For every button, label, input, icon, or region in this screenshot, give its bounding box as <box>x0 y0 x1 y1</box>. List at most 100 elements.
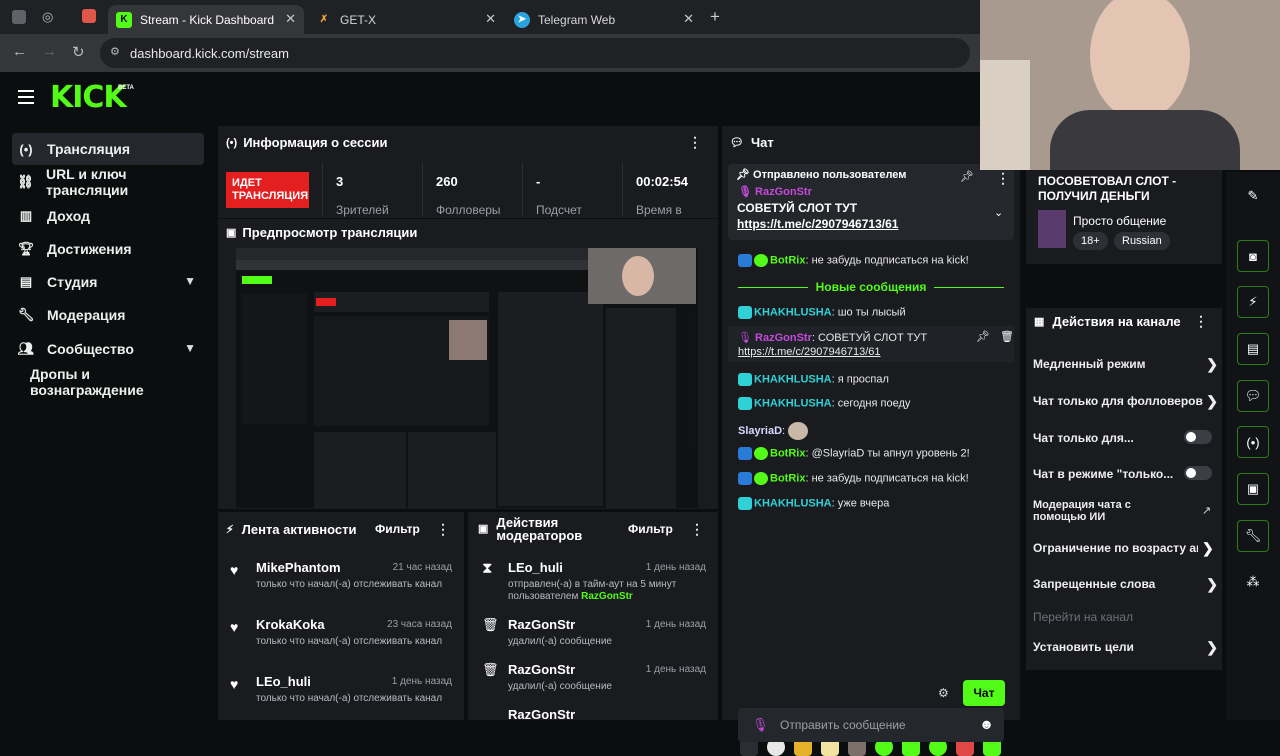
sidebar-item-community[interactable]: 👥︎ Сообщество ▼ <box>12 333 204 365</box>
sidebar-item-moderation[interactable]: 🔧︎ Модерация <box>12 299 204 331</box>
pinned-tab-2-icon[interactable] <box>82 9 96 23</box>
stream-category[interactable]: Просто общение <box>1073 214 1166 228</box>
pin-icon[interactable]: 📌︎ <box>976 330 990 343</box>
tab-telegram[interactable]: ➤ Telegram Web ✕ <box>506 5 702 34</box>
activity-filter-button[interactable]: Фильтр <box>375 522 420 536</box>
mod-filter-button[interactable]: Фильтр <box>628 522 673 536</box>
chat-input[interactable]: 🎙︎ Отправить сообщение ☻ <box>738 708 1004 742</box>
sidebar-item-studio[interactable]: ▤ Студия ▼ <box>12 266 204 298</box>
category-thumbnail[interactable] <box>1038 210 1066 248</box>
list-item[interactable]: 🗑︎ RazGonStr удалил(-а) сообщение 1 день … <box>482 662 718 693</box>
tag-chip[interactable]: Russian <box>1114 232 1170 250</box>
chat-settings-icon[interactable]: ⚙ <box>938 686 949 700</box>
site-info-icon[interactable]: ⚙ <box>110 45 120 58</box>
action-banned-words[interactable]: Запрещенные слова ❯ <box>1033 576 1218 592</box>
stream-preview-video[interactable] <box>236 248 698 508</box>
more-options-icon[interactable]: ⋮ <box>690 521 704 538</box>
kick-logo[interactable]: KICK <box>50 80 127 115</box>
tab-get-x[interactable]: ✗ GET-X ✕ <box>308 5 504 34</box>
action-set-goals[interactable]: Установить цели ❯ <box>1033 639 1218 655</box>
tab-kick-dashboard[interactable]: K Stream - Kick Dashboard ✕ <box>108 5 304 34</box>
edit-icon[interactable]: ✎ <box>1237 180 1269 212</box>
new-messages-divider[interactable]: Новые сообщения <box>722 280 1020 294</box>
wrench-icon[interactable]: 🔧︎ <box>1237 520 1269 552</box>
sidebar-item-achievements[interactable]: 🏆︎ Достижения <box>12 233 204 265</box>
reload-icon[interactable]: ↻ <box>72 43 85 61</box>
unpin-icon[interactable]: 📌︎ <box>960 170 974 183</box>
sidebar-item-drops[interactable]: Дропы и вознаграждение <box>12 366 204 398</box>
list-item[interactable]: ⧗ LEo_huli отправлен(-а) в тайм-аут на 5 … <box>482 560 718 603</box>
broadcast-icon[interactable]: (•) <box>1237 426 1269 458</box>
camera-icon[interactable]: ◙ <box>1237 240 1269 272</box>
mod-by-user[interactable]: RazGonStr <box>581 591 633 602</box>
close-tab-icon[interactable]: ✕ <box>485 11 496 27</box>
close-tab-icon[interactable]: ✕ <box>285 11 296 27</box>
chat-username[interactable]: BotRix <box>770 254 805 266</box>
action-ai-moderation[interactable]: Модерация чата с помощью ИИ <box>1033 499 1183 523</box>
pinned-user[interactable]: 🎙︎ RazGonStr <box>738 185 812 198</box>
trash-icon[interactable]: 🗑︎ <box>1000 330 1014 343</box>
sidebar-item-income[interactable]: ▥ Доход <box>12 200 204 232</box>
chat-message[interactable]: BotRix: не забудь подписаться на kick! <box>738 472 969 485</box>
chat-username[interactable]: BotRix <box>770 472 805 484</box>
list-item[interactable]: ♥ KrokaKoka только что начал(-а) отслежив… <box>230 617 464 648</box>
action-age-restriction[interactable]: Ограничение по возрасту ан <box>1033 541 1198 555</box>
chevron-right-icon[interactable]: ❯ <box>1202 540 1214 557</box>
close-tab-icon[interactable]: ✕ <box>683 11 694 27</box>
action-slow-mode[interactable]: Медленный режим ❯ <box>1033 356 1218 372</box>
more-options-icon[interactable]: ⋮ <box>996 170 1010 187</box>
chat-message-hovered[interactable]: 🎙︎ RazGonStr: СОВЕТУЙ СЛОТ ТУТ https://t… <box>728 326 1014 362</box>
list-item[interactable]: ♥ MikePhantom только что начал(-а) отслеж… <box>230 560 464 591</box>
send-chat-button[interactable]: Чат <box>963 680 1005 706</box>
chat-message[interactable]: KHAKHLUSHA: уже вчера <box>738 497 889 510</box>
chat-username[interactable]: KHAKHLUSHA <box>754 497 832 509</box>
chat-message[interactable]: KHAKHLUSHA: я проспал <box>738 373 889 386</box>
menu-icon[interactable] <box>18 90 34 104</box>
sidebar-item-label: Доход <box>47 208 91 224</box>
mod-action-time: 1 день назад <box>645 619 706 630</box>
action-followers-only[interactable]: Чат только для фолловеров ❯ <box>1033 393 1218 409</box>
pinned-message[interactable]: 📌︎ Отправлено пользователем 🎙︎ RazGonStr… <box>728 164 1014 240</box>
toggle-switch[interactable] <box>1184 466 1212 480</box>
chat-username[interactable]: BotRix <box>770 447 805 459</box>
tag-chip[interactable]: 18+ <box>1073 232 1108 250</box>
layout-icon[interactable]: ▣ <box>1237 473 1269 505</box>
list-item[interactable]: 🗑︎ RazGonStr удалил(-а) сообщение 1 день … <box>482 617 718 648</box>
list-item[interactable]: ♥ LEo_huli только что начал(-а) отслежива… <box>230 674 464 705</box>
chat-message[interactable]: KHAKHLUSHA: сегодня поеду <box>738 397 910 410</box>
more-options-icon[interactable]: ⋮ <box>1194 313 1208 330</box>
action-emote-only[interactable]: Чат в режиме "только... <box>1033 466 1218 481</box>
back-icon[interactable]: ← <box>12 43 27 60</box>
chat-username[interactable]: KHAKHLUSHA <box>754 306 832 318</box>
sidebar-item-broadcast[interactable]: (•) Трансляция <box>12 133 204 165</box>
chat-message[interactable]: BotRix: @SlayriaD ты апнул уровень 2! <box>738 447 970 460</box>
more-options-icon[interactable]: ⋮ <box>688 134 702 151</box>
notes-icon[interactable]: ▤ <box>1237 333 1269 365</box>
tab-search-icon[interactable] <box>12 10 26 24</box>
chat-message[interactable]: SlayriaD: <box>738 422 810 440</box>
chat-link[interactable]: https://t.me/c/2907946713/61 <box>738 346 881 358</box>
action-subscribers-only[interactable]: Чат только для... <box>1033 430 1218 445</box>
add-widget-icon[interactable]: ⁂ <box>1237 566 1269 598</box>
chat-bubble-icon[interactable]: 💬︎ <box>1237 380 1269 412</box>
sidebar-item-url-key[interactable]: ⛓ URL и ключ трансляции <box>12 166 204 198</box>
bolt-icon[interactable]: ⚡︎ <box>1237 286 1269 318</box>
external-link-icon[interactable]: ↗ <box>1202 504 1211 517</box>
list-item[interactable]: RazGonStr <box>482 707 718 720</box>
toggle-switch[interactable] <box>1184 430 1212 444</box>
chat-username[interactable]: KHAKHLUSHA <box>754 373 832 385</box>
emoji-picker-icon[interactable]: ☻ <box>979 716 994 732</box>
chevron-down-icon[interactable]: ⌄ <box>994 206 1003 219</box>
forward-icon[interactable]: → <box>42 43 57 60</box>
chat-username[interactable]: SlayriaD <box>738 425 782 437</box>
action-go-to-channel[interactable]: Перейти на канал <box>1033 610 1218 624</box>
chat-message[interactable]: BotRix: не забудь подписаться на kick! <box>738 254 969 267</box>
pinned-tab-icon[interactable]: ◎ <box>42 9 53 25</box>
chat-username[interactable]: KHAKHLUSHA <box>754 397 832 409</box>
more-options-icon[interactable]: ⋮ <box>436 521 450 538</box>
new-tab-button[interactable]: + <box>710 7 720 27</box>
pinned-link[interactable]: https://t.me/c/2907946713/61 <box>737 217 898 231</box>
url-field[interactable]: ⚙ dashboard.kick.com/stream <box>100 38 970 68</box>
chat-username[interactable]: RazGonStr <box>755 332 812 344</box>
chat-message[interactable]: KHAKHLUSHA: шо ты лысый <box>738 306 906 319</box>
